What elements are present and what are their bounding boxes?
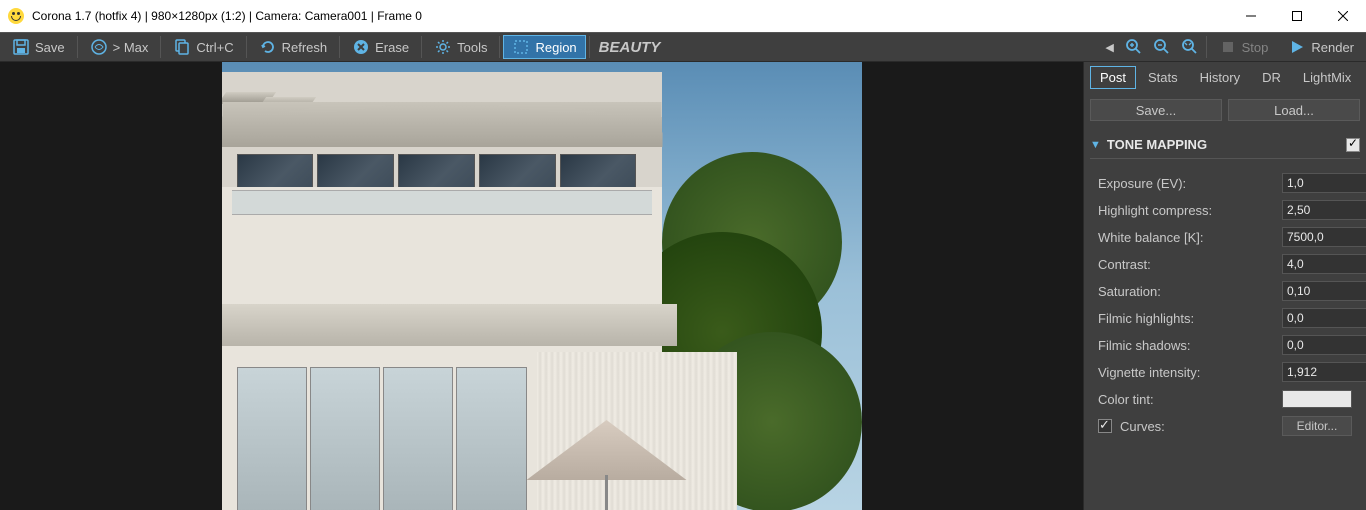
region-button[interactable]: Region — [503, 35, 585, 59]
panel-collapse-arrow[interactable]: ◀ — [1103, 41, 1117, 54]
zoom-in-icon — [1125, 38, 1143, 56]
zoom-out-button[interactable] — [1149, 35, 1175, 59]
param-color-tint: Color tint: — [1098, 389, 1352, 409]
highlight-compress-input[interactable] — [1282, 200, 1366, 220]
vignette-input[interactable] — [1282, 362, 1366, 382]
zoom-in-button[interactable] — [1121, 35, 1147, 59]
tab-stats[interactable]: Stats — [1138, 66, 1188, 89]
titlebar[interactable]: Corona 1.7 (hotfix 4) | 980×1280px (1:2)… — [0, 0, 1366, 32]
tone-mapping-params: Exposure (EV): ▲▼ Highlight compress: ▲▼ — [1090, 163, 1360, 440]
panel-tabs: Post Stats History DR LightMix — [1090, 66, 1360, 89]
window-title: Corona 1.7 (hotfix 4) | 980×1280px (1:2)… — [32, 9, 1228, 23]
refresh-button[interactable]: Refresh — [250, 35, 337, 59]
erase-icon — [352, 38, 370, 56]
zoom-fit-icon — [1181, 38, 1199, 56]
separator — [160, 36, 161, 58]
param-contrast: Contrast: ▲▼ — [1098, 254, 1352, 274]
separator — [499, 36, 500, 58]
param-curves: Curves: Editor... — [1098, 416, 1352, 436]
param-filmic-highlights: Filmic highlights: ▲▼ — [1098, 308, 1352, 328]
tab-history[interactable]: History — [1190, 66, 1250, 89]
viewport-container[interactable] — [0, 62, 1083, 510]
gear-icon — [434, 38, 452, 56]
stop-icon — [1219, 38, 1237, 56]
render-viewport[interactable] — [222, 62, 862, 510]
save-load-row: Save... Load... — [1090, 99, 1360, 121]
tab-dr[interactable]: DR — [1252, 66, 1291, 89]
copy-icon — [173, 38, 191, 56]
param-highlight-compress: Highlight compress: ▲▼ — [1098, 200, 1352, 220]
play-icon — [1288, 38, 1306, 56]
vfb-side-panel: Post Stats History DR LightMix Save... L… — [1083, 62, 1366, 510]
section-expand-icon: ▼ — [1090, 139, 1101, 151]
zoom-fit-button[interactable] — [1177, 35, 1203, 59]
tab-post[interactable]: Post — [1090, 66, 1136, 89]
zoom-out-icon — [1153, 38, 1171, 56]
separator — [421, 36, 422, 58]
maximize-button[interactable] — [1274, 0, 1320, 32]
separator — [246, 36, 247, 58]
filmic-highlights-input[interactable] — [1282, 308, 1366, 328]
save-button[interactable]: Save — [3, 35, 74, 59]
ctrl-c-button[interactable]: Ctrl+C — [164, 35, 242, 59]
exposure-input[interactable] — [1282, 173, 1366, 193]
refresh-icon — [259, 38, 277, 56]
stop-button[interactable]: Stop — [1210, 35, 1278, 59]
separator — [77, 36, 78, 58]
to-max-button[interactable]: > Max — [81, 35, 158, 59]
render-pass-label[interactable]: BEAUTY — [599, 39, 661, 56]
separator — [589, 36, 590, 58]
max-icon — [90, 38, 108, 56]
color-tint-swatch[interactable] — [1282, 390, 1352, 408]
main-toolbar: Save > Max Ctrl+C Refresh Erase — [0, 32, 1366, 62]
section-enable-checkbox[interactable] — [1346, 138, 1360, 152]
param-saturation: Saturation: ▲▼ — [1098, 281, 1352, 301]
curves-checkbox[interactable] — [1098, 419, 1112, 433]
separator — [1206, 36, 1207, 58]
main-area: Post Stats History DR LightMix Save... L… — [0, 62, 1366, 510]
param-white-balance: White balance [K]: ▲▼ — [1098, 227, 1352, 247]
close-button[interactable] — [1320, 0, 1366, 32]
panel-save-button[interactable]: Save... — [1090, 99, 1222, 121]
param-exposure: Exposure (EV): ▲▼ — [1098, 173, 1352, 193]
minimize-button[interactable] — [1228, 0, 1274, 32]
separator — [339, 36, 340, 58]
window-controls — [1228, 0, 1366, 32]
erase-button[interactable]: Erase — [343, 35, 418, 59]
param-filmic-shadows: Filmic shadows: ▲▼ — [1098, 335, 1352, 355]
white-balance-input[interactable] — [1282, 227, 1366, 247]
param-vignette: Vignette intensity: ▲▼ — [1098, 362, 1352, 382]
render-button[interactable]: Render — [1279, 35, 1363, 59]
saturation-input[interactable] — [1282, 281, 1366, 301]
contrast-input[interactable] — [1282, 254, 1366, 274]
section-tone-mapping[interactable]: ▼ TONE MAPPING — [1090, 131, 1360, 159]
region-icon — [512, 38, 530, 56]
app-window: Corona 1.7 (hotfix 4) | 980×1280px (1:2)… — [0, 0, 1366, 510]
curves-editor-button[interactable]: Editor... — [1282, 416, 1352, 436]
tools-button[interactable]: Tools — [425, 35, 496, 59]
panel-load-button[interactable]: Load... — [1228, 99, 1360, 121]
app-icon — [8, 8, 24, 24]
app-body: Save > Max Ctrl+C Refresh Erase — [0, 32, 1366, 510]
save-icon — [12, 38, 30, 56]
filmic-shadows-input[interactable] — [1282, 335, 1366, 355]
render-image — [222, 62, 862, 510]
tab-lightmix[interactable]: LightMix — [1293, 66, 1361, 89]
